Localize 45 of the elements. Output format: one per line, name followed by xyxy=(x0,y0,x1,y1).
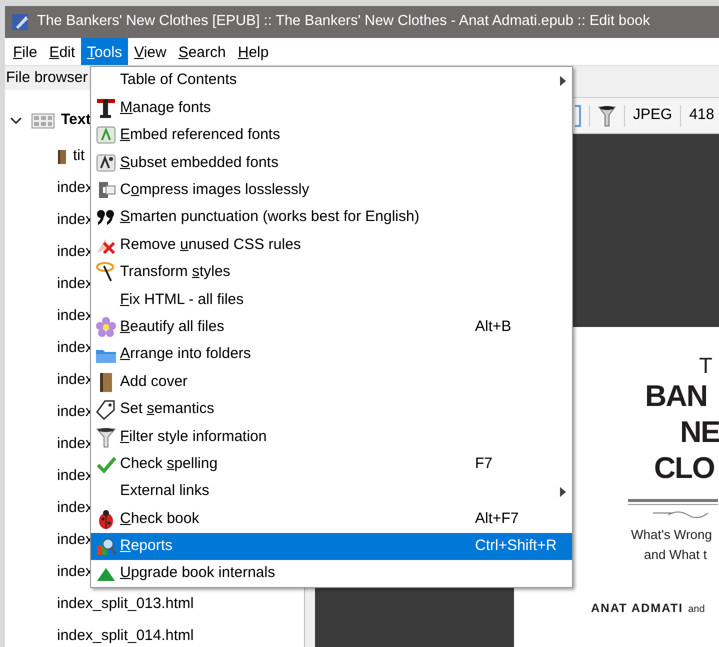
menu-item[interactable]: Check spelling F7 xyxy=(91,450,572,478)
menu-item[interactable]: View xyxy=(128,38,172,65)
cover-text: and xyxy=(688,603,705,617)
tree-item[interactable]: Text xyxy=(61,109,91,132)
cover-text: What's Wrong xyxy=(631,526,712,544)
menu-item[interactable]: Subset embedded fonts xyxy=(91,149,572,177)
cover-text: BAN xyxy=(645,379,707,415)
menu-item[interactable]: Add cover xyxy=(91,368,572,396)
menu-item[interactable]: Filter style information xyxy=(91,423,572,450)
shortcut-label: Alt+B xyxy=(475,316,512,337)
window-title: The Bankers' New Clothes [EPUB] :: The Bankers' New Clothes - Anat Admati.epub :: Edit book xyxy=(37,12,650,32)
format-label: JPEG xyxy=(633,105,672,126)
menu-item[interactable]: Search xyxy=(172,38,232,65)
author-name: ANAT ADMATI xyxy=(591,600,684,617)
menu-item[interactable]: Embed referenced fonts xyxy=(91,122,572,150)
menu-item[interactable]: Fix HTML - all files xyxy=(91,286,572,314)
tree-item[interactable]: index_split_014.html xyxy=(57,625,194,647)
menu-item[interactable]: Upgrade book internals xyxy=(91,560,572,588)
menu-item[interactable]: Help xyxy=(232,38,275,65)
shortcut-label: Alt+F7 xyxy=(475,508,519,529)
size-label: 418 xyxy=(689,105,714,126)
tree-item[interactable]: tit xyxy=(73,145,85,168)
menu-item[interactable]: Manage fonts xyxy=(91,94,572,122)
panel-title: File browser xyxy=(6,69,88,86)
shortcut-label: Ctrl+Shift+R xyxy=(475,536,557,556)
menu-item[interactable]: Remove unused CSS rules xyxy=(91,231,572,259)
menu-item[interactable]: Table of Contents xyxy=(91,67,572,94)
menu-item[interactable]: Beautify all files Alt+B xyxy=(91,314,572,341)
menu-item[interactable]: Edit xyxy=(43,38,82,65)
menu-item[interactable]: Reports Ctrl+Shift+R xyxy=(91,532,572,560)
menu-item[interactable]: Check book Alt+F7 xyxy=(91,505,572,533)
shortcut-label: F7 xyxy=(475,454,493,474)
menu-item[interactable]: Compress images losslessly xyxy=(91,176,572,204)
cover-text: CLO xyxy=(654,451,714,487)
menu-item[interactable]: Set semantics xyxy=(91,396,572,424)
menu-item[interactable]: Smarten punctuation (works best for English) xyxy=(91,204,572,232)
menu-item[interactable]: Arrange into folders xyxy=(91,340,572,368)
cover-text: T xyxy=(699,353,712,379)
tree-item[interactable]: index_split_013.html xyxy=(57,593,194,616)
menu-item[interactable]: External links xyxy=(91,478,572,506)
cover-text: NE xyxy=(680,415,719,451)
menu-item[interactable]: Transform styles xyxy=(91,258,572,286)
menu-item[interactable]: Tools xyxy=(81,38,128,65)
cover-text: and What t xyxy=(644,546,707,564)
menu-item[interactable]: File xyxy=(7,38,44,65)
